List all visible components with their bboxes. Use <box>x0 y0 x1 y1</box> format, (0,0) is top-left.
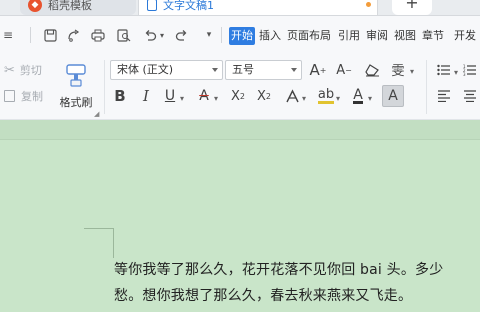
format-painter-label: 格式刷 <box>59 96 93 109</box>
brush-icon <box>66 64 86 87</box>
document-line[interactable]: 等你我等了那么久，花开花落不见你回 bai 头。多少 <box>114 259 443 279</box>
format-painter-button[interactable]: 格式刷 <box>56 60 96 110</box>
font-size-select[interactable]: 五号 <box>225 60 302 80</box>
chevron-down-icon <box>212 68 218 72</box>
font-size-value: 五号 <box>232 63 254 76</box>
save-icon[interactable] <box>42 27 58 43</box>
menu-page-layout[interactable]: 页面布局 <box>285 27 333 45</box>
svg-text:3: 3 <box>463 72 466 76</box>
font-color-dropdown-icon[interactable]: ▾ <box>366 90 374 106</box>
tab-label: 文字文稿1 <box>163 0 214 12</box>
decrease-font-size-icon[interactable]: A − <box>336 62 352 78</box>
unsaved-dot-icon <box>366 2 371 7</box>
subscript-icon[interactable]: X2 <box>256 88 272 104</box>
align-center-icon[interactable] <box>462 88 478 104</box>
document-icon <box>147 0 157 11</box>
highlight-dropdown-icon[interactable]: ▾ <box>334 90 342 106</box>
font-color-icon[interactable]: A <box>350 88 366 104</box>
menu-review[interactable]: 审阅 <box>364 27 390 45</box>
font-name-select[interactable]: 宋体 (正文) <box>110 60 223 80</box>
docer-logo-icon: ◆ <box>28 0 42 12</box>
undo-icon[interactable] <box>142 27 158 43</box>
numbered-list-icon[interactable]: 123 <box>462 62 478 78</box>
print-icon[interactable] <box>90 27 106 43</box>
scissors-icon: ✂ <box>4 62 15 78</box>
copy-button[interactable]: 复制 <box>4 88 43 104</box>
character-shading-icon[interactable]: A <box>382 85 404 107</box>
print-preview-icon[interactable] <box>116 27 132 43</box>
pinyin-guide-icon[interactable]: 雯 <box>390 61 406 79</box>
customize-quick-access-icon[interactable]: ▾ <box>204 27 214 43</box>
bullet-list-dropdown-icon[interactable]: ▾ <box>452 64 460 80</box>
menu-home[interactable]: 开始 <box>229 27 255 45</box>
align-left-icon[interactable] <box>436 88 452 104</box>
strikethrough-icon[interactable]: A <box>196 88 212 104</box>
pinyin-dropdown-icon[interactable]: ▾ <box>408 63 416 79</box>
separator <box>30 27 31 43</box>
underline-dropdown-icon[interactable]: ▾ <box>178 90 186 106</box>
underline-icon[interactable]: U <box>162 88 178 104</box>
tab-docer-templates[interactable]: ◆ 稻壳模板 <box>20 0 136 15</box>
margin-corner-mark <box>84 228 114 229</box>
document-area[interactable] <box>0 120 480 312</box>
italic-icon[interactable]: I <box>138 87 154 105</box>
tab-bar: ◆ 稻壳模板 文字文稿1 + <box>0 0 480 16</box>
page-top-band <box>0 120 480 140</box>
copy-label: 复制 <box>21 90 43 103</box>
highlight-icon[interactable]: ab <box>317 88 335 104</box>
menu-insert[interactable]: 插入 <box>257 27 283 45</box>
undo-dropdown-icon[interactable]: ▾ <box>158 27 166 43</box>
cut-label: 剪切 <box>19 64 42 77</box>
document-line[interactable]: 愁。想你我想了那么久，春去秋来燕来又飞走。 <box>114 285 412 305</box>
ribbon-home: ✂ 剪切 复制 格式刷 ◢ 宋体 (正文) 五号 A + A − 雯 ▾ B I U… <box>0 54 480 120</box>
separator <box>221 27 222 43</box>
tab-document[interactable]: 文字文稿1 <box>138 0 378 15</box>
group-separator <box>104 60 105 114</box>
group-separator <box>426 60 427 114</box>
menu-references[interactable]: 引用 <box>336 27 362 45</box>
copy-icon <box>4 90 15 102</box>
clipboard-expand-icon[interactable]: ◢ <box>94 110 99 118</box>
superscript-icon[interactable]: X2 <box>230 88 246 104</box>
text-effect-icon[interactable] <box>284 88 300 104</box>
menu-developer[interactable]: 开发 <box>452 27 478 45</box>
tab-label: 稻壳模板 <box>48 0 92 12</box>
menu-icon[interactable]: ≡ <box>0 27 16 43</box>
chevron-down-icon <box>291 68 297 72</box>
bold-icon[interactable]: B <box>112 87 128 105</box>
clear-format-icon[interactable] <box>364 62 380 78</box>
menu-sections[interactable]: 章节 <box>420 27 446 45</box>
bullet-list-icon[interactable] <box>436 62 452 78</box>
cut-button[interactable]: ✂ 剪切 <box>4 62 42 78</box>
menu-view[interactable]: 视图 <box>392 27 418 45</box>
margin-corner-mark <box>113 228 114 258</box>
redo-icon[interactable] <box>174 27 190 43</box>
increase-font-size-icon[interactable]: A + <box>310 61 327 79</box>
menu-bar: ≡ ▾ ▾ 开始 插入 页面布局 引用 审阅 视图 章节 开发 <box>0 16 480 54</box>
strikethrough-dropdown-icon[interactable]: ▾ <box>212 90 220 106</box>
text-effect-dropdown-icon[interactable]: ▾ <box>300 90 308 106</box>
new-tab-button[interactable]: + <box>392 0 432 15</box>
export-icon[interactable] <box>66 27 82 43</box>
font-name-value: 宋体 (正文) <box>117 63 174 76</box>
